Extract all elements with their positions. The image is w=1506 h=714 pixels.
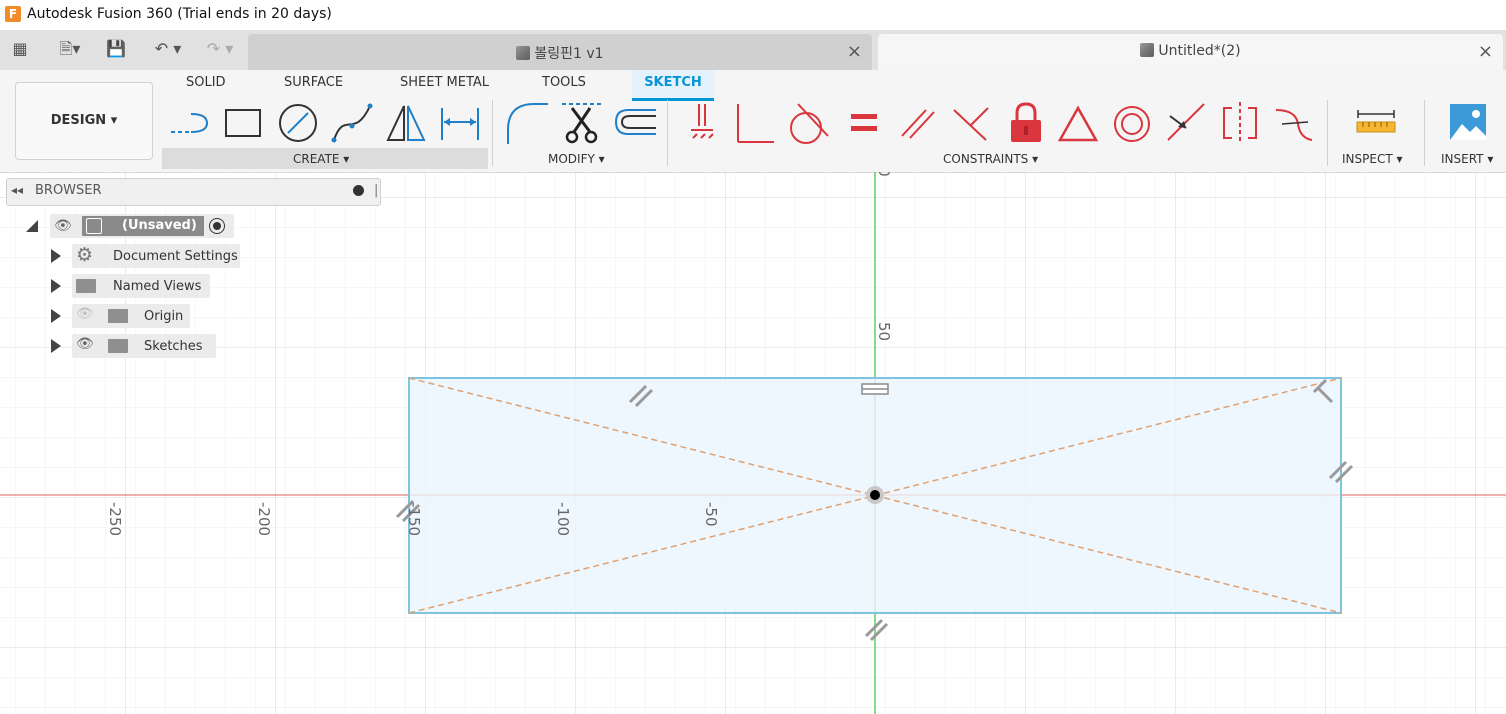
spline-tool-icon[interactable] xyxy=(330,100,374,146)
visibility-eye-icon[interactable]: 👁 xyxy=(76,336,94,352)
folder-icon xyxy=(108,339,128,353)
workspace-design-dropdown[interactable]: DESIGN ▾ xyxy=(15,82,153,160)
ribbon-divider xyxy=(1327,100,1328,166)
browser-item-label: Document Settings xyxy=(113,249,238,264)
component-icon xyxy=(516,46,531,60)
tab-label: Untitled*(2) xyxy=(1158,43,1241,59)
browser-item-label: Sketches xyxy=(144,339,203,354)
file-menu-icon[interactable]: 🗎▾ xyxy=(52,39,88,59)
component-icon xyxy=(86,218,102,234)
visibility-hidden-icon[interactable]: 👁 xyxy=(76,306,94,322)
browser-item-label: Origin xyxy=(144,309,184,324)
create-menu[interactable]: CREATE ▾ xyxy=(293,152,349,166)
collinear-constraint-icon[interactable] xyxy=(1164,100,1208,146)
tab-untitled[interactable]: Untitled*(2) × xyxy=(878,34,1503,70)
folder-icon xyxy=(108,309,128,323)
fix-constraint-icon[interactable] xyxy=(681,100,725,146)
coincident-constraint-icon[interactable] xyxy=(734,100,778,146)
measure-ruler-icon[interactable] xyxy=(1354,100,1398,146)
inspect-menu[interactable]: INSPECT ▾ xyxy=(1342,152,1403,166)
component-icon xyxy=(1140,43,1155,57)
circle-tool-icon[interactable] xyxy=(276,100,320,146)
ribbon-divider xyxy=(1424,100,1425,166)
visibility-eye-icon[interactable]: 👁 xyxy=(54,218,72,234)
x-tick-label: -150 xyxy=(405,502,423,536)
fusion-logo-icon: F xyxy=(5,6,21,22)
lock-constraint-icon[interactable] xyxy=(1004,100,1048,146)
ribbon-divider xyxy=(492,100,493,166)
browser-item-label: Named Views xyxy=(113,279,202,294)
redo-icon[interactable]: ↷ ▾ xyxy=(198,39,242,59)
x-tick-label: -250 xyxy=(106,502,124,536)
trim-scissors-icon[interactable] xyxy=(560,100,604,146)
offset-tool-icon[interactable] xyxy=(612,100,656,146)
tab-tools[interactable]: TOOLS xyxy=(542,75,586,90)
mirror-tool-icon[interactable] xyxy=(384,100,428,146)
tab-sheet-metal[interactable]: SHEET METAL xyxy=(400,75,489,90)
gear-icon: ⚙ xyxy=(76,244,94,266)
window-title: Autodesk Fusion 360 (Trial ends in 20 da… xyxy=(27,6,332,22)
pin-panel-icon[interactable] xyxy=(353,185,364,196)
insert-image-icon[interactable] xyxy=(1446,100,1490,146)
activate-radio-icon[interactable] xyxy=(209,218,225,234)
x-tick-label: -50 xyxy=(702,502,720,527)
fillet-tool-icon[interactable] xyxy=(504,100,548,146)
close-tab-icon[interactable]: × xyxy=(1478,41,1493,62)
tab-bowling-pin[interactable]: 볼링핀1 v1 × xyxy=(248,34,872,70)
save-icon[interactable]: 💾 xyxy=(105,39,127,59)
origin-point[interactable] xyxy=(870,490,880,500)
tangent-constraint-icon[interactable] xyxy=(788,100,832,146)
constraints-menu[interactable]: CONSTRAINTS ▾ xyxy=(943,152,1038,166)
tab-label: 볼링핀1 v1 xyxy=(534,46,604,62)
x-tick-label: -200 xyxy=(255,502,273,536)
undo-icon[interactable]: ↶ ▾ xyxy=(146,39,190,59)
insert-menu[interactable]: INSERT ▾ xyxy=(1441,152,1493,166)
parallel-constraint-icon[interactable] xyxy=(896,100,940,146)
modify-menu[interactable]: MODIFY ▾ xyxy=(548,152,605,166)
perpendicular-constraint-icon[interactable] xyxy=(950,100,994,146)
expand-triangle-icon[interactable] xyxy=(51,339,61,353)
rectangle-tool-icon[interactable] xyxy=(221,100,265,146)
equal-constraint-icon[interactable] xyxy=(842,100,886,146)
close-tab-icon[interactable]: × xyxy=(847,41,862,62)
tab-solid[interactable]: SOLID xyxy=(186,75,226,90)
line-tool-icon[interactable] xyxy=(167,100,211,146)
browser-title: BROWSER xyxy=(35,183,102,198)
concentric-constraint-icon[interactable] xyxy=(1110,100,1154,146)
midpoint-constraint-icon[interactable] xyxy=(1056,100,1100,146)
root-component-label: (Unsaved) xyxy=(122,218,197,233)
symmetry-constraint-icon[interactable] xyxy=(1218,100,1262,146)
folder-icon xyxy=(76,279,96,293)
y-tick-label: 100 xyxy=(875,172,893,177)
dimension-tool-icon[interactable] xyxy=(438,100,482,146)
tab-surface[interactable]: SURFACE xyxy=(284,75,343,90)
app-grid-icon[interactable]: ▦ xyxy=(9,39,31,59)
expand-triangle-icon[interactable] xyxy=(51,279,61,293)
collapse-panel-icon[interactable]: ◂◂ xyxy=(11,183,23,197)
expand-triangle-icon[interactable] xyxy=(51,249,61,263)
curvature-constraint-icon[interactable] xyxy=(1272,100,1316,146)
tab-sketch[interactable]: SKETCH xyxy=(632,70,714,101)
ribbon-divider xyxy=(667,100,668,166)
y-tick-label: 50 xyxy=(875,322,893,341)
collapse-triangle-icon[interactable] xyxy=(26,220,38,232)
expand-triangle-icon[interactable] xyxy=(51,309,61,323)
horizontal-constraint-glyph[interactable] xyxy=(861,383,889,395)
panel-resize-handle[interactable]: | xyxy=(374,183,378,198)
x-tick-label: -100 xyxy=(554,502,572,536)
